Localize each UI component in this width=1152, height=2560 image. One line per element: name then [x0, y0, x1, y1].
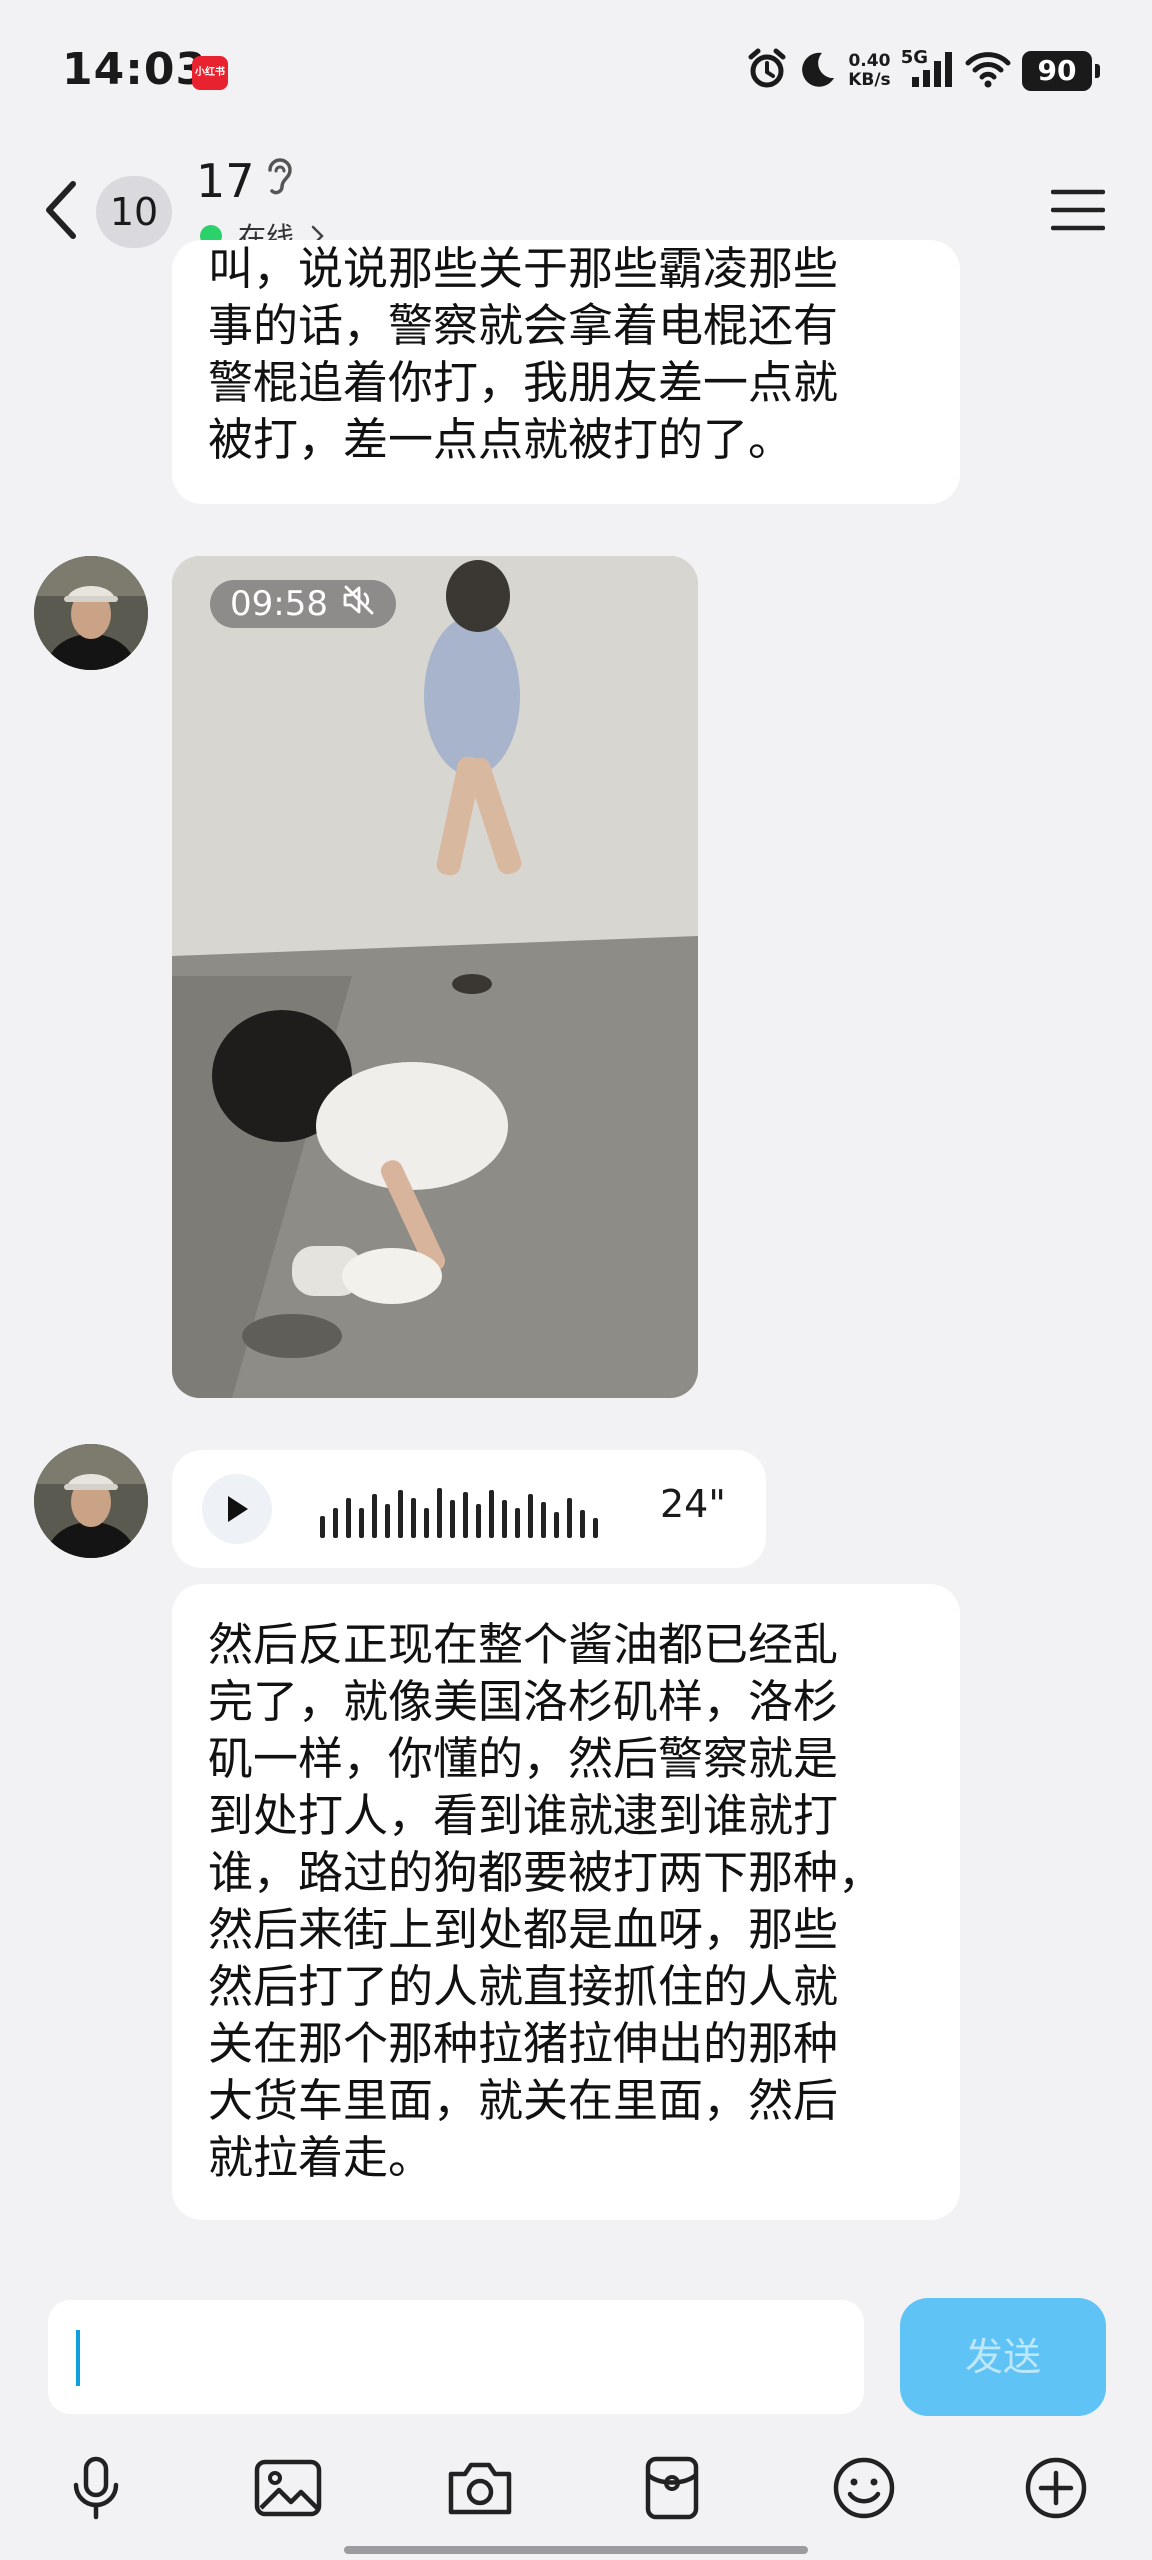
avatar[interactable]: [34, 1444, 148, 1558]
app-notification-icon: 小红书: [192, 56, 228, 90]
image-icon[interactable]: [248, 2448, 328, 2528]
network-type: 5G: [900, 46, 928, 68]
alarm-icon: [746, 48, 788, 94]
avatar-image: [34, 556, 148, 670]
input-toolbar: [0, 2440, 1152, 2530]
message-bubble-text[interactable]: 叫，说说那些关于那些霸凌那些 事的话，警察就会拿着电棍还有 警棍追着你打，我朋友…: [172, 240, 960, 504]
video-thumbnail: [172, 556, 698, 1398]
microphone-icon[interactable]: [56, 2448, 136, 2528]
status-time: 14:03: [62, 44, 208, 95]
voice-duration: 24": [660, 1482, 726, 1526]
network-speed-value: 0.40: [848, 51, 891, 71]
status-indicators: 0.40 KB/s 5G 90: [746, 46, 1100, 96]
send-button[interactable]: 发送: [900, 2298, 1106, 2416]
hamburger-icon: [1051, 189, 1105, 231]
wifi-icon: [964, 49, 1012, 93]
home-indicator[interactable]: [344, 2546, 808, 2554]
message-text: 叫，说说那些关于那些霸凌那些 事的话，警察就会拿着电棍还有 警棍追着你打，我朋友…: [208, 242, 839, 466]
emoji-icon[interactable]: [824, 2448, 904, 2528]
video-duration-badge: 09:58: [210, 580, 396, 628]
chevron-left-icon: [46, 181, 76, 239]
voice-message[interactable]: 24": [172, 1450, 766, 1568]
contact-name[interactable]: 17: [196, 154, 255, 208]
play-icon: [228, 1496, 248, 1522]
waveform-icon: [320, 1488, 598, 1538]
moon-icon: [798, 49, 838, 93]
battery-indicator: 90: [1022, 51, 1100, 91]
message-input[interactable]: [48, 2300, 864, 2414]
back-button[interactable]: [36, 170, 86, 250]
message-text: 然后反正现在整个酱油都已经乱 完了，就像美国洛杉矶样，洛杉 矶一样，你懂的，然后…: [208, 1618, 884, 2184]
avatar-image: [34, 1444, 148, 1558]
video-duration: 09:58: [230, 584, 328, 624]
status-bar: 14:03 小红书 0.40 KB/s 5G 90: [0, 0, 1152, 140]
unread-count-badge[interactable]: 10: [96, 176, 172, 248]
play-button[interactable]: [202, 1474, 272, 1544]
network-speed-unit: KB/s: [848, 70, 891, 90]
text-caret: [76, 2330, 80, 2386]
network-speed: 0.40 KB/s: [848, 52, 890, 90]
red-packet-icon[interactable]: [632, 2448, 712, 2528]
plus-icon[interactable]: [1016, 2448, 1096, 2528]
muted-speaker-icon: [342, 580, 376, 628]
avatar[interactable]: [34, 556, 148, 670]
ear-icon: [264, 156, 294, 204]
menu-button[interactable]: [1048, 170, 1108, 250]
video-message[interactable]: 09:58: [172, 556, 698, 1398]
camera-icon[interactable]: [440, 2448, 520, 2528]
message-bubble-text[interactable]: 然后反正现在整个酱油都已经乱 完了，就像美国洛杉矶样，洛杉 矶一样，你懂的，然后…: [172, 1584, 960, 2220]
